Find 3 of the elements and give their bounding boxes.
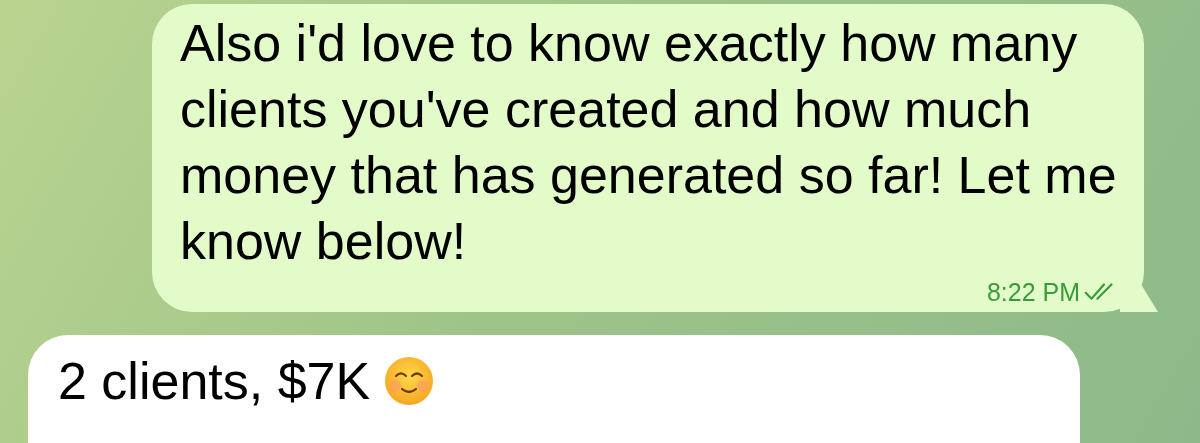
message-time: 8:22 PM — [986, 280, 1080, 304]
message-text: 2 clients, $7K — [58, 353, 371, 409]
message-text: Also i'd love to know exactly how many clients you've created and how much money that has generated so far! Let me know below! — [180, 13, 1118, 272]
